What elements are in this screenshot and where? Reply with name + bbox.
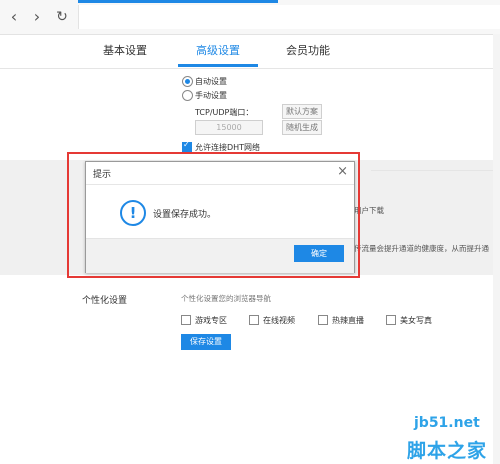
option-label-photo: 美女写真: [400, 316, 432, 325]
port-input[interactable]: 15000: [195, 120, 263, 135]
random-generate-button[interactable]: 随机生成: [282, 120, 322, 135]
page-scrollbar[interactable]: [493, 34, 500, 464]
personalization-hint: 个性化设置您的浏览器导航: [181, 294, 271, 303]
option-checkbox-video[interactable]: [249, 315, 259, 325]
option-label-video: 在线视频: [263, 316, 295, 325]
back-icon[interactable]: ‹: [4, 7, 24, 27]
manual-setting-label: 手动设置: [195, 91, 227, 100]
red-highlight-box: [67, 152, 360, 278]
forward-icon[interactable]: ›: [27, 7, 47, 27]
background-divider: [371, 170, 493, 171]
option-checkbox-live[interactable]: [318, 315, 328, 325]
auto-setting-label: 自动设置: [195, 77, 227, 86]
active-tab-indicator: [178, 64, 258, 67]
watermark-url: jb51.net: [414, 415, 480, 431]
personalization-section-label: 个性化设置: [82, 296, 128, 306]
save-settings-button[interactable]: 保存设置: [181, 334, 231, 350]
default-scheme-button[interactable]: 默认方案: [282, 104, 322, 119]
tab-member-functions[interactable]: 会员功能: [286, 42, 330, 58]
watermark-logo-text: 脚本之家: [407, 440, 488, 462]
refresh-icon[interactable]: ↻: [52, 7, 72, 27]
dht-checkbox[interactable]: [182, 140, 192, 152]
browser-toolbar: ‹ › ↻: [0, 0, 500, 35]
tab-basic-settings[interactable]: 基本设置: [103, 42, 147, 58]
manual-setting-radio[interactable]: [182, 90, 193, 101]
option-checkbox-photo[interactable]: [386, 315, 396, 325]
tab-divider: [0, 68, 500, 69]
port-label: TCP/UDP端口：: [195, 108, 254, 117]
background-text-line2: 传流量会提升通道的健康度，从而提升通: [354, 244, 489, 253]
tab-advanced-settings[interactable]: 高级设置: [196, 42, 240, 58]
option-label-game: 游戏专区: [195, 316, 227, 325]
option-label-live: 热辣直播: [332, 316, 364, 325]
loading-progress-bar: [78, 0, 278, 3]
auto-setting-radio[interactable]: [182, 76, 193, 87]
option-checkbox-game[interactable]: [181, 315, 191, 325]
address-bar[interactable]: [78, 5, 500, 29]
